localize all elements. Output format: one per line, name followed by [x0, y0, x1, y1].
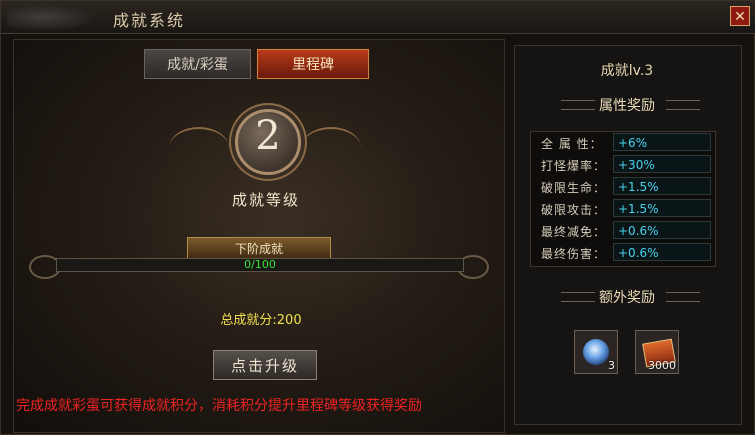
attribute-row: 破限攻击： +1.5% [531, 199, 715, 219]
attribute-row: 打怪爆率： +30% [531, 155, 715, 175]
attribute-value: +0.6% [613, 221, 711, 239]
attribute-label: 破限生命： [541, 181, 607, 195]
reward-slot-orb[interactable]: 3 [574, 330, 618, 374]
tab-achievements-easter-eggs[interactable]: 成就/彩蛋 [144, 49, 251, 79]
hint-text: 完成成就彩蛋可获得成就积分，消耗积分提升里程碑等级获得奖励 [16, 398, 422, 414]
attribute-label: 全 属 性： [541, 137, 603, 151]
window-title: 成就系统 [113, 11, 186, 30]
attribute-row: 全 属 性： +6% [531, 133, 715, 153]
attribute-value: +1.5% [613, 199, 711, 217]
attribute-value: +6% [613, 133, 711, 151]
attribute-label: 最终伤害： [541, 247, 607, 261]
ornament-right-icon [666, 292, 700, 302]
milestone-progress-bar: 0/100 [56, 258, 464, 272]
medal-left-wing-icon [169, 127, 229, 169]
attribute-list: 全 属 性： +6% 打怪爆率： +30% 破限生命： +1.5% 破限攻击： … [530, 131, 716, 267]
achievement-window: 成就系统 ✕ 成就/彩蛋 里程碑 2 成就等级 下阶成就 0/100 总成就分:… [0, 0, 755, 435]
attribute-row: 最终伤害： +0.6% [531, 243, 715, 263]
milestone-medal: 2 [169, 109, 361, 193]
close-button[interactable]: ✕ [730, 6, 750, 26]
attribute-value: +0.6% [613, 243, 711, 261]
progress-text: 0/100 [244, 258, 276, 271]
dragon-ornament-icon [7, 3, 97, 31]
extra-rewards-title: 额外奖励 [599, 290, 655, 306]
reward-slot-scroll[interactable]: 3000 [635, 330, 679, 374]
tab-milestone[interactable]: 里程碑 [257, 49, 369, 79]
attribute-label: 破限攻击： [541, 203, 607, 217]
attribute-row: 最终减免： +0.6% [531, 221, 715, 241]
medal-right-wing-icon [301, 127, 361, 169]
reward-count: 3 [608, 359, 615, 372]
total-score: 总成就分:200 [220, 313, 302, 328]
attribute-value: +30% [613, 155, 711, 173]
attributes-title: 属性奖励 [599, 98, 655, 114]
orb-icon [583, 339, 609, 365]
upgrade-button[interactable]: 点击升级 [213, 350, 317, 380]
level-label: 成就等级 [231, 191, 300, 209]
reward-count: 3000 [648, 359, 676, 372]
rank-title: 成就lv.3 [600, 63, 654, 79]
medal-level-number: 2 [255, 113, 281, 159]
ornament-right-icon [666, 100, 700, 110]
attribute-label: 打怪爆率： [541, 159, 607, 173]
attribute-label: 最终减免： [541, 225, 607, 239]
title-bar[interactable]: 成就系统 ✕ [1, 1, 755, 34]
attribute-value: +1.5% [613, 177, 711, 195]
attribute-row: 破限生命： +1.5% [531, 177, 715, 197]
